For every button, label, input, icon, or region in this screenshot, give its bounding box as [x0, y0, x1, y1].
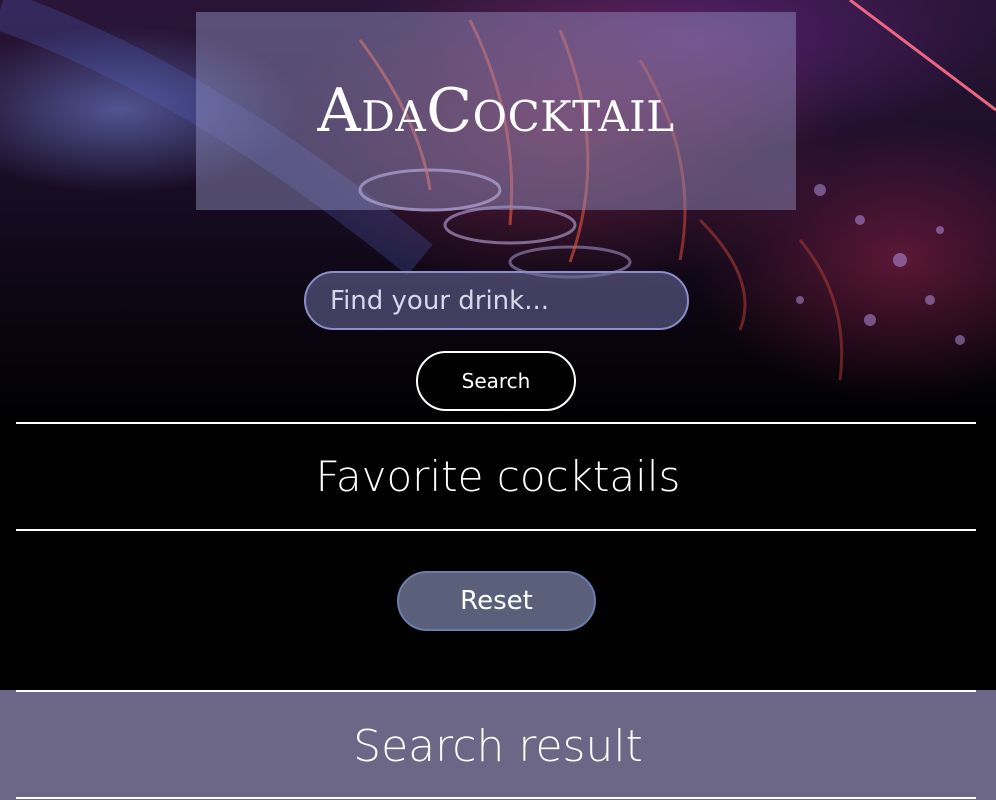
divider: [16, 690, 976, 692]
logo-banner: AdaCocktail: [196, 12, 796, 210]
divider: [16, 529, 976, 531]
site-logo[interactable]: AdaCocktail: [317, 76, 674, 146]
search-results-heading: Search result: [353, 720, 643, 772]
search-button[interactable]: Search: [416, 351, 576, 411]
search-input[interactable]: [304, 271, 689, 330]
favorites-heading: Favorite cocktails: [315, 452, 681, 501]
divider: [16, 797, 976, 799]
reset-button[interactable]: Reset: [397, 571, 596, 631]
